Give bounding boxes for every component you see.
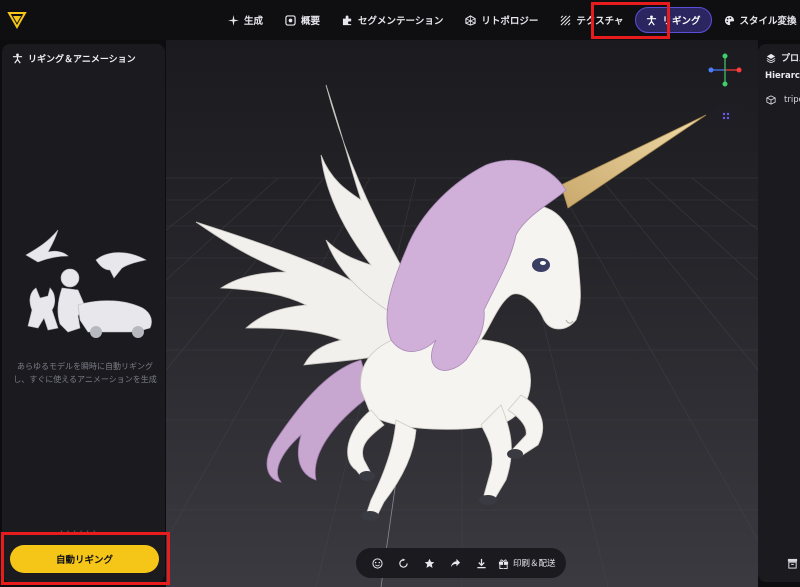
face-button[interactable] bbox=[364, 550, 390, 576]
view-options-button[interactable] bbox=[713, 103, 739, 129]
sparkle-icon bbox=[228, 14, 239, 26]
tab-segmentation-label: セグメンテーション bbox=[358, 16, 444, 27]
layers-icon bbox=[766, 53, 776, 63]
rotate-icon bbox=[398, 557, 408, 568]
properties-title-text: プロパ bbox=[781, 54, 800, 64]
bottom-toolbar: 印刷＆配送 bbox=[356, 548, 566, 578]
rotate-button[interactable] bbox=[390, 550, 416, 576]
smiley-icon bbox=[371, 557, 383, 569]
favorite-button[interactable] bbox=[416, 550, 442, 576]
unicorn-eye bbox=[532, 258, 550, 272]
puzzle-icon bbox=[342, 14, 352, 25]
app-logo[interactable] bbox=[7, 10, 27, 30]
archive-icon[interactable] bbox=[787, 558, 798, 569]
palette-icon bbox=[724, 15, 734, 25]
panel-title: リギング＆アニメーション bbox=[12, 52, 136, 65]
tab-generate-label: 生成 bbox=[244, 16, 264, 27]
rigging-tab-highlight bbox=[591, 2, 670, 39]
tab-style-transfer-label: スタイル変換 bbox=[739, 16, 797, 27]
tab-style-transfer[interactable]: スタイル変換 bbox=[714, 7, 800, 33]
tab-retopology[interactable]: リトポロジー bbox=[455, 7, 548, 33]
auto-rig-highlight bbox=[1, 532, 170, 585]
3d-viewport[interactable] bbox=[166, 40, 758, 587]
share-arrow-icon bbox=[450, 558, 460, 567]
gift-icon bbox=[498, 559, 509, 569]
print-ship-label: 印刷＆配送 bbox=[513, 559, 556, 569]
3d-scene[interactable] bbox=[166, 40, 758, 587]
orientation-gizmo[interactable] bbox=[707, 52, 743, 88]
tab-generate[interactable]: 生成 bbox=[218, 7, 273, 33]
download-button[interactable] bbox=[468, 550, 494, 576]
main-nav: 生成 概要 セグメンテーション リトポロジー テクスチャ リギング スタイル変換 bbox=[218, 6, 800, 34]
dots-grid-icon bbox=[722, 112, 730, 120]
rigging-figure-icon bbox=[12, 53, 23, 64]
cube-icon bbox=[766, 95, 776, 105]
top-bar: 生成 概要 セグメンテーション リトポロジー テクスチャ リギング スタイル変換 bbox=[0, 0, 800, 40]
rigging-illustration bbox=[25, 229, 152, 338]
hierarchy-label: Hierarchy bbox=[765, 71, 800, 81]
properties-title: プロパ bbox=[766, 51, 800, 64]
panel-title-text: リギング＆アニメーション bbox=[28, 55, 136, 65]
download-icon bbox=[476, 558, 486, 568]
print-ship-button[interactable]: 印刷＆配送 bbox=[498, 557, 556, 569]
tab-overview[interactable]: 概要 bbox=[275, 7, 330, 33]
share-button[interactable] bbox=[442, 550, 468, 576]
mesh-icon bbox=[465, 14, 476, 26]
hierarchy-item[interactable]: tripo bbox=[766, 95, 800, 105]
star-icon bbox=[424, 558, 434, 568]
overview-icon bbox=[285, 14, 296, 26]
right-panel: プロパ Hierarchy tripo bbox=[758, 44, 800, 582]
hierarchy-item-label: tripo bbox=[784, 95, 800, 105]
tab-overview-label: 概要 bbox=[301, 16, 321, 27]
tab-retopology-label: リトポロジー bbox=[481, 16, 539, 27]
tab-segmentation[interactable]: セグメンテーション bbox=[332, 7, 453, 33]
panel-description: あらゆるモデルを瞬時に自動リギングし、すぐに使えるアニメーションを生成 bbox=[13, 362, 157, 384]
texture-icon bbox=[560, 15, 571, 25]
left-panel: リギング＆アニメーション あらゆるモデルを瞬時に自動リギングし、すぐに使えるアニ… bbox=[2, 44, 165, 582]
